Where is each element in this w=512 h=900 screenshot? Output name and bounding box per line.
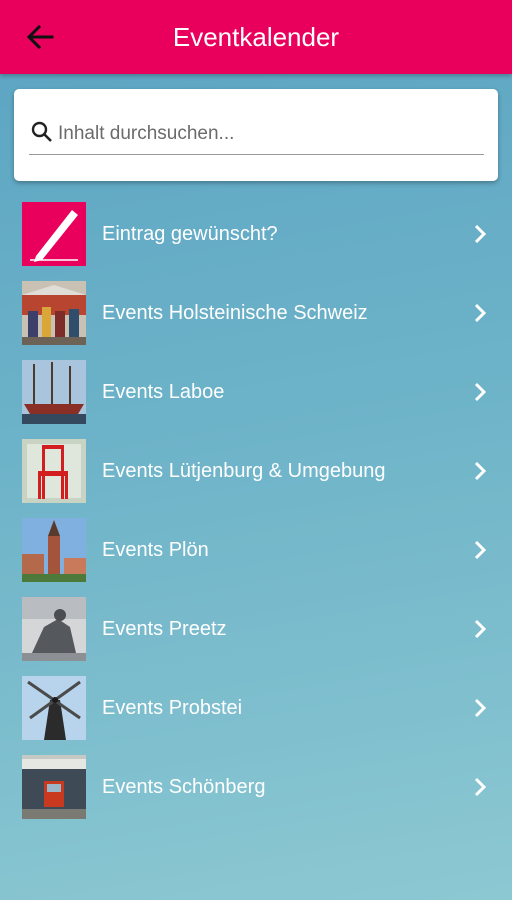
page-title: Eventkalender bbox=[172, 22, 340, 52]
market-photo bbox=[22, 281, 86, 345]
list-item-laboe[interactable]: Events Laboe bbox=[0, 353, 512, 432]
statue-photo bbox=[22, 597, 86, 661]
harbor-boats-photo bbox=[22, 360, 86, 424]
list-item-eintrag[interactable]: Eintrag gewünscht? bbox=[0, 195, 512, 274]
chevron-right-icon bbox=[474, 540, 487, 560]
tram-station-photo bbox=[22, 755, 86, 819]
chevron-right-icon bbox=[474, 461, 487, 481]
list-item-label: Events Preetz bbox=[102, 618, 227, 640]
windmill-photo bbox=[22, 676, 86, 740]
list-item-ploen[interactable]: Events Plön bbox=[0, 511, 512, 590]
chevron-right-icon bbox=[474, 303, 487, 323]
list-item-preetz[interactable]: Events Preetz bbox=[0, 590, 512, 669]
list-item-label: Events Plön bbox=[102, 539, 209, 561]
chevron-right-icon bbox=[474, 382, 487, 402]
search-underline bbox=[29, 154, 484, 155]
search-input[interactable] bbox=[56, 118, 480, 150]
search-icon bbox=[31, 121, 52, 142]
chevron-right-icon bbox=[474, 224, 487, 244]
list-item-label: Events Holsteinische Schweiz bbox=[102, 302, 368, 324]
red-chair-photo bbox=[22, 439, 86, 503]
list-item-label: Events Laboe bbox=[102, 381, 225, 403]
list-item-luetjenburg[interactable]: Events Lütjenburg & Umgebung bbox=[0, 432, 512, 511]
chevron-right-icon bbox=[474, 619, 487, 639]
list-item-probstei[interactable]: Events Probstei bbox=[0, 669, 512, 748]
list-item-holsteinische-schweiz[interactable]: Events Holsteinische Schweiz bbox=[0, 274, 512, 353]
list-item-label: Events Probstei bbox=[102, 697, 243, 719]
list-item-label: Events Schönberg bbox=[102, 776, 266, 798]
app-bar: Eventkalender bbox=[0, 0, 512, 74]
pencil-icon bbox=[22, 202, 86, 266]
chevron-right-icon bbox=[474, 698, 487, 718]
list-item-schoenberg[interactable]: Events Schönberg bbox=[0, 748, 512, 827]
church-tower-photo bbox=[22, 518, 86, 582]
chevron-right-icon bbox=[474, 777, 487, 797]
list-item-label: Eintrag gewünscht? bbox=[102, 223, 278, 245]
list-item-label: Events Lütjenburg & Umgebung bbox=[102, 460, 386, 482]
